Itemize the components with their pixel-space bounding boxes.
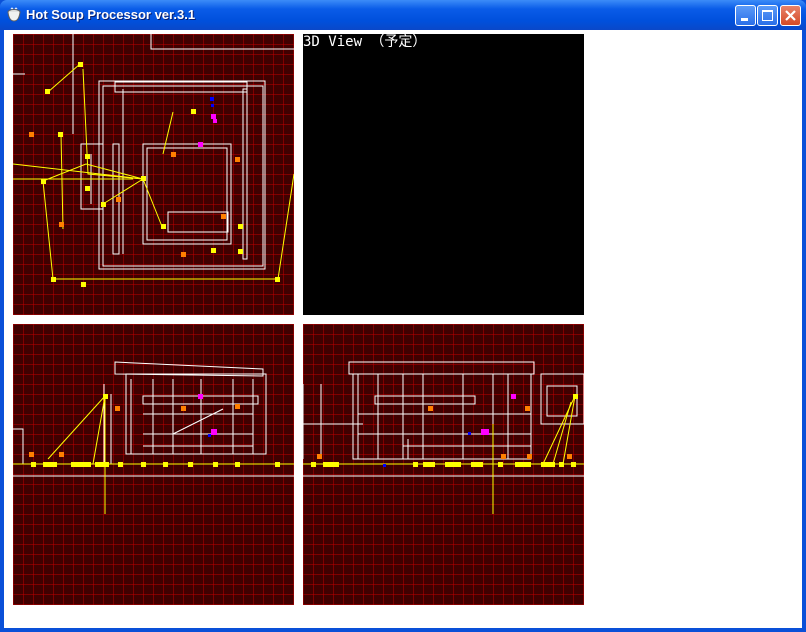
title-bar[interactable]: Hot Soup Processor ver.3.1 [0, 0, 806, 30]
view-3d-label: 3D View （予定） [303, 34, 427, 50]
hsp-cup-icon [7, 7, 21, 22]
maximize-icon [762, 10, 773, 21]
maximize-button[interactable] [757, 5, 778, 26]
close-icon [785, 10, 796, 21]
top-view[interactable] [13, 34, 294, 315]
app-window: Hot Soup Processor ver.3.1 3D View （予定） [0, 0, 806, 632]
window-title: Hot Soup Processor ver.3.1 [26, 7, 196, 22]
minimize-button[interactable] [735, 5, 756, 26]
side-view[interactable] [303, 324, 584, 605]
front-view-canvas [13, 324, 294, 605]
close-button[interactable] [780, 5, 801, 26]
side-view-canvas [303, 324, 584, 605]
client-area: 3D View （予定） [4, 30, 802, 628]
front-view[interactable] [13, 324, 294, 605]
view-3d[interactable]: 3D View （予定） [303, 34, 584, 315]
minimize-icon [741, 18, 748, 21]
top-view-canvas [13, 34, 294, 315]
